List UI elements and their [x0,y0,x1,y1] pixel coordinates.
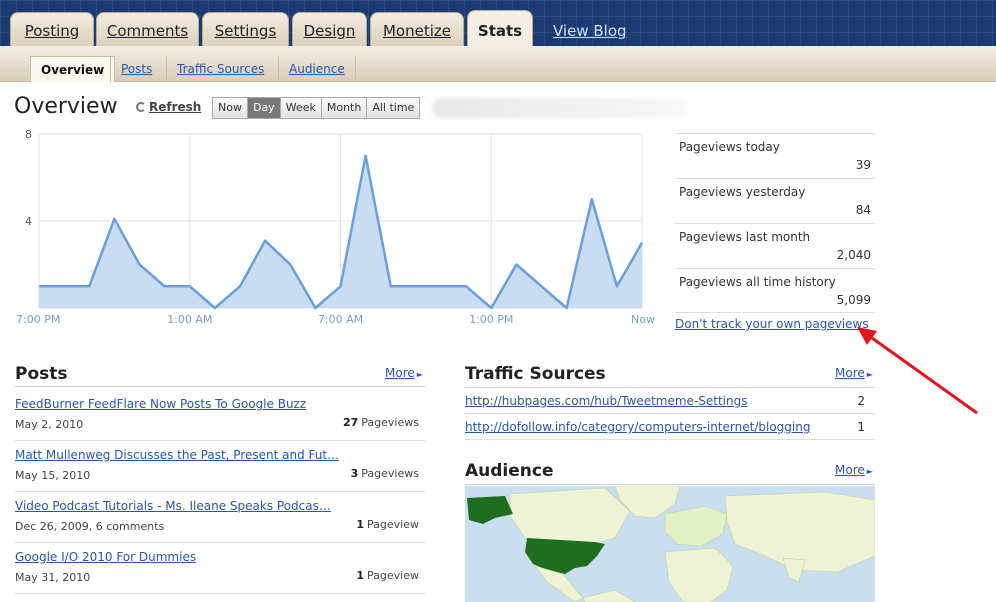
traffic-sources-heading: Traffic Sources [465,364,606,384]
traffic-sources-list: http://hubpages.com/hub/Tweetmeme-Settin… [465,388,875,440]
tab-posting[interactable]: Posting [10,12,94,46]
refresh-button[interactable]: Refresh [136,100,201,114]
post-count: 1 [356,518,365,531]
list-item: Video Podcast Tutorials - Ms. Ileane Spe… [15,492,425,543]
stat-row: Pageviews last month 2,040 [675,223,875,268]
post-pageviews: 3 Pageviews [351,467,419,480]
stat-value: 5,099 [836,293,871,307]
source-url-link[interactable]: http://hubpages.com/hub/Tweetmeme-Settin… [465,394,815,408]
chevron-right-icon: ► [866,467,873,476]
traffic-more-link[interactable]: More ► [835,366,873,380]
stat-value: 2,040 [836,248,871,262]
subtab-posts[interactable]: Posts [110,56,162,82]
chevron-right-icon: ► [416,370,423,379]
stat-value: 39 [855,158,871,172]
chart-x-ticks: 7:00 PM 1:00 AM 7:00 AM 1:00 PM Now [16,313,655,326]
stat-row: Pageviews yesterday 84 [675,178,875,223]
stat-label: Pageviews all time history [679,275,836,289]
source-count: 2 [857,394,865,408]
tab-settings[interactable]: Settings [202,12,289,46]
x-tick-label: 7:00 AM [318,313,363,326]
dont-track-link[interactable]: Don't track your own pageviews [675,317,869,331]
divider [15,386,425,387]
tab-monetize[interactable]: Monetize [370,12,464,46]
post-count: 27 [342,416,359,429]
stat-row: Pageviews today 39 [675,133,875,178]
top-nav: Posting Comments Settings Design Monetiz… [0,0,996,47]
pageview-stats: Pageviews today 39 Pageviews yesterday 8… [675,133,875,313]
post-meta: May 2, 2010 [15,418,84,431]
stat-row: Pageviews all time history 5,099 [675,268,875,313]
stat-label: Pageviews today [679,140,780,154]
post-title-link[interactable]: FeedBurner FeedFlare Now Posts To Google… [15,397,306,411]
post-unit: Pageview [367,518,419,531]
y-tick-label: 8 [25,128,32,141]
post-title-link[interactable]: Google I/O 2010 For Dummies [15,550,196,564]
posts-heading: Posts [15,364,68,384]
post-title-link[interactable]: Video Podcast Tutorials - Ms. Ileane Spe… [15,499,331,513]
x-tick-label: 7:00 PM [16,313,60,326]
map-land [509,487,631,545]
post-unit: Pageviews [361,467,419,480]
posts-more-label: More [385,366,415,380]
x-tick-label: 1:00 AM [167,313,212,326]
post-unit: Pageview [367,569,419,582]
post-meta: May 31, 2010 [15,571,91,584]
list-item: Google I/O 2010 For Dummies May 31, 2010… [15,543,425,594]
list-item: Matt Mullenweg Discusses the Past, Prese… [15,441,425,492]
range-day-button[interactable]: Day [247,98,281,118]
stat-label: Pageviews yesterday [679,185,806,199]
page-title: Overview [14,94,118,119]
sub-nav: Overview Posts Traffic Sources Audience [0,46,996,82]
post-meta: Dec 26, 2009, 6 comments [15,520,165,533]
list-item: http://dofollow.info/category/computers-… [465,414,875,440]
post-count: 3 [350,467,359,480]
audience-heading: Audience [465,461,554,481]
chart-y-ticks: 48 [25,128,32,228]
post-pageviews: 1 Pageview [356,569,419,582]
divider [465,484,875,485]
y-tick-label: 4 [25,215,32,228]
list-item: http://hubpages.com/hub/Tweetmeme-Settin… [465,388,875,414]
stat-value: 84 [855,203,871,217]
post-meta: May 15, 2010 [15,469,91,482]
post-title-link[interactable]: Matt Mullenweg Discusses the Past, Prese… [15,448,339,462]
x-tick-label: Now [631,313,655,326]
refresh-icon [136,102,146,112]
post-count: 1 [356,569,365,582]
x-tick-label: 1:00 PM [469,313,513,326]
audience-more-link[interactable]: More ► [835,463,873,477]
tab-comments[interactable]: Comments [96,12,199,46]
subtab-audience[interactable]: Audience [278,56,356,82]
posts-more-link[interactable]: More ► [385,366,423,380]
post-pageviews: 1 Pageview [356,518,419,531]
range-month-button[interactable]: Month [321,98,368,118]
source-count: 1 [857,420,865,434]
audience-more-label: More [835,463,865,477]
tab-design[interactable]: Design [292,12,367,46]
subtab-traffic-sources[interactable]: Traffic Sources [166,56,274,82]
traffic-more-label: More [835,366,865,380]
list-item: FeedBurner FeedFlare Now Posts To Google… [15,390,425,441]
view-blog-link[interactable]: View Blog [553,22,627,40]
post-pageviews: 27 Pageviews [343,416,419,429]
refresh-label: Refresh [149,100,202,114]
range-alltime-button[interactable]: All time [367,98,420,118]
posts-list: FeedBurner FeedFlare Now Posts To Google… [15,390,425,594]
chevron-right-icon: ► [866,370,873,379]
range-week-button[interactable]: Week [280,98,322,118]
time-range-selector: Now Day Week Month All time [212,97,421,119]
post-unit: Pageviews [361,416,419,429]
source-url-link[interactable]: http://dofollow.info/category/computers-… [465,420,815,434]
blurred-region [432,98,687,118]
subtab-overview[interactable]: Overview [30,56,116,82]
range-now-button[interactable]: Now [213,98,248,118]
pageviews-chart: 48 7:00 PM 1:00 AM 7:00 AM 1:00 PM Now [16,128,655,326]
audience-world-map [465,486,875,602]
stat-label: Pageviews last month [679,230,811,244]
tab-stats[interactable]: Stats [467,10,533,47]
